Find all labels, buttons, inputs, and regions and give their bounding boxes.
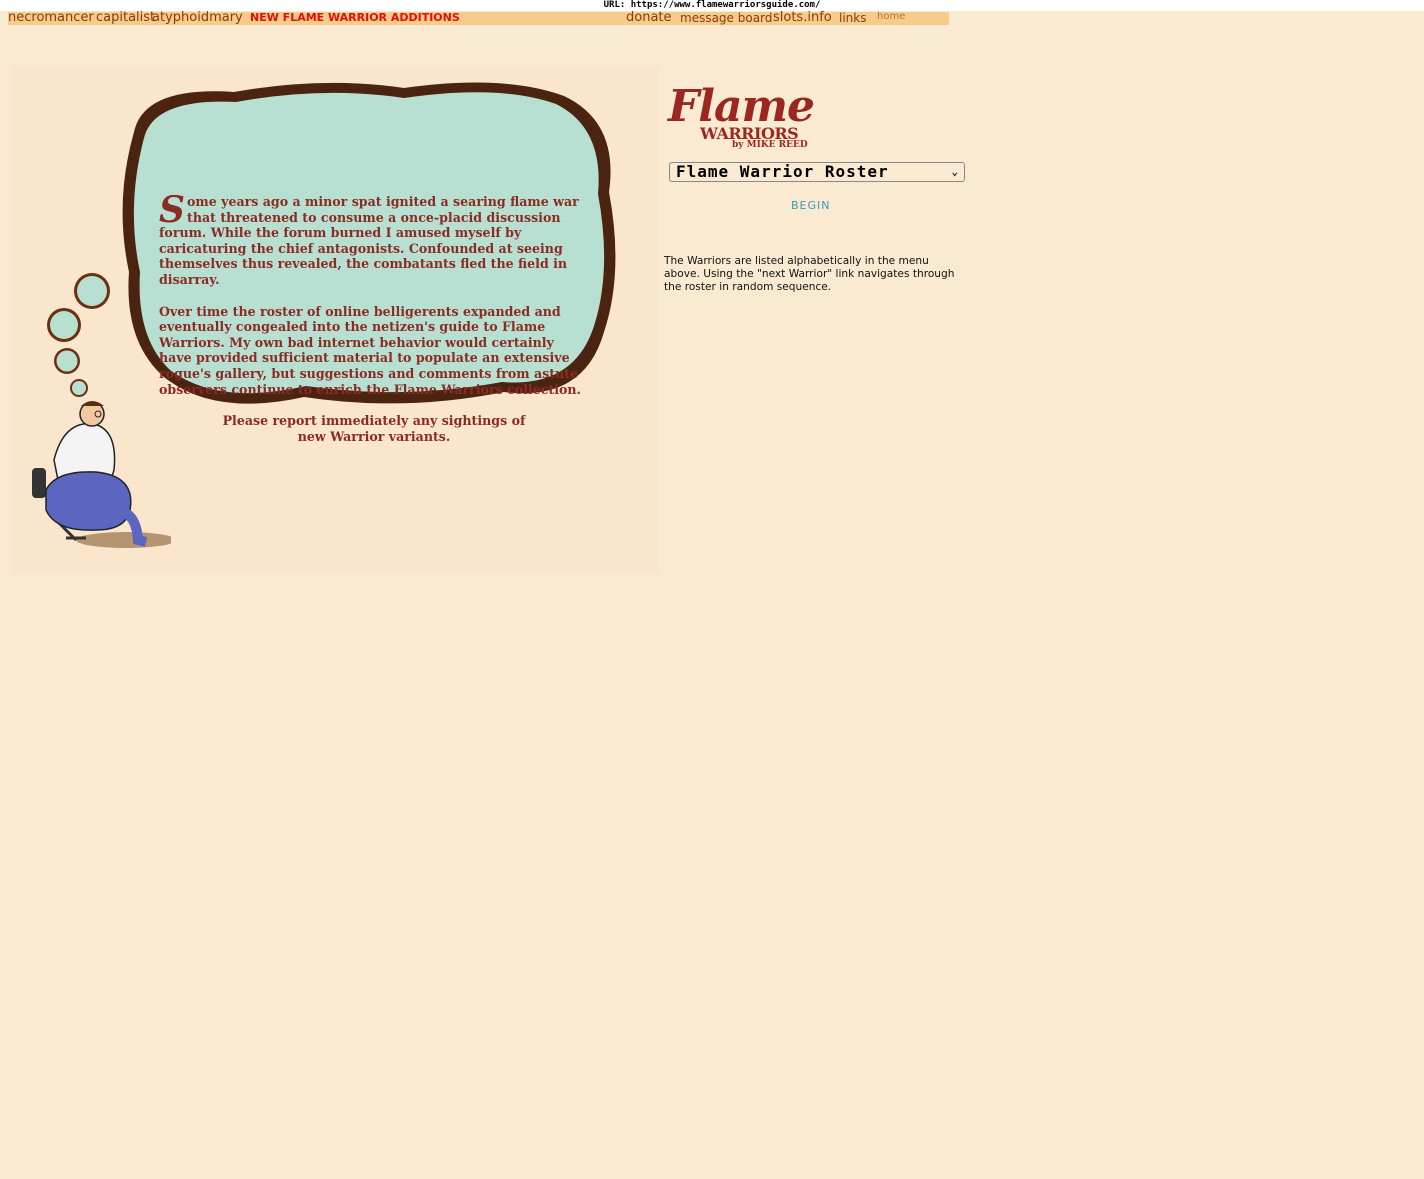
intro-paragraph-2: Over time the roster of online belligere… bbox=[159, 303, 581, 397]
intro-paragraph-3: Please report immediately any sightings … bbox=[159, 413, 589, 444]
paragraph-1-text: ome years ago a minor spat ignited a sea… bbox=[159, 194, 579, 287]
roster-select-value: Flame Warrior Roster bbox=[676, 162, 889, 181]
top-navigation: necromancer capitalist atyphoidmary NEW … bbox=[8, 10, 949, 25]
intro-paragraph-1: Some years ago a minor spat ignited a se… bbox=[159, 189, 589, 288]
nav-link-home[interactable]: home bbox=[877, 11, 905, 22]
roster-description: The Warriors are listed alphabetically i… bbox=[664, 255, 955, 293]
thought-bubble-trail bbox=[47, 273, 110, 397]
nav-link-typhoid-mary[interactable]: atyphoidmary bbox=[152, 10, 243, 25]
begin-link[interactable]: BEGIN bbox=[791, 199, 831, 212]
url-label: URL: bbox=[603, 0, 626, 10]
paragraph-3-text: Please report immediately any sightings … bbox=[222, 413, 526, 444]
logo-byline: by MIKE REED bbox=[732, 140, 808, 150]
intro-text: Some years ago a minor spat ignited a se… bbox=[159, 189, 589, 460]
sitting-man-illustration bbox=[32, 401, 171, 548]
chevron-down-icon: ⌄ bbox=[951, 165, 958, 178]
url-text: https://www.flamewarriorsguide.com/ bbox=[630, 0, 821, 10]
nav-link-links[interactable]: links bbox=[839, 11, 866, 25]
nav-link-slots[interactable]: slots.info bbox=[773, 10, 832, 25]
nav-link-necromancer[interactable]: necromancer bbox=[8, 10, 94, 25]
warrior-roster-select[interactable]: Flame Warrior Roster ⌄ bbox=[669, 162, 965, 182]
intro-illustration-panel: Some years ago a minor spat ignited a se… bbox=[12, 66, 658, 574]
drop-cap: S bbox=[159, 189, 185, 231]
flame-warriors-logo: Flame WARRIORS by MIKE REED bbox=[668, 84, 815, 156]
nav-link-capitalist[interactable]: capitalist bbox=[96, 10, 155, 25]
nav-link-new-additions[interactable]: NEW FLAME WARRIOR ADDITIONS bbox=[250, 11, 460, 24]
nav-link-message-board[interactable]: message board bbox=[680, 11, 772, 25]
nav-link-donate[interactable]: donate bbox=[626, 10, 672, 25]
